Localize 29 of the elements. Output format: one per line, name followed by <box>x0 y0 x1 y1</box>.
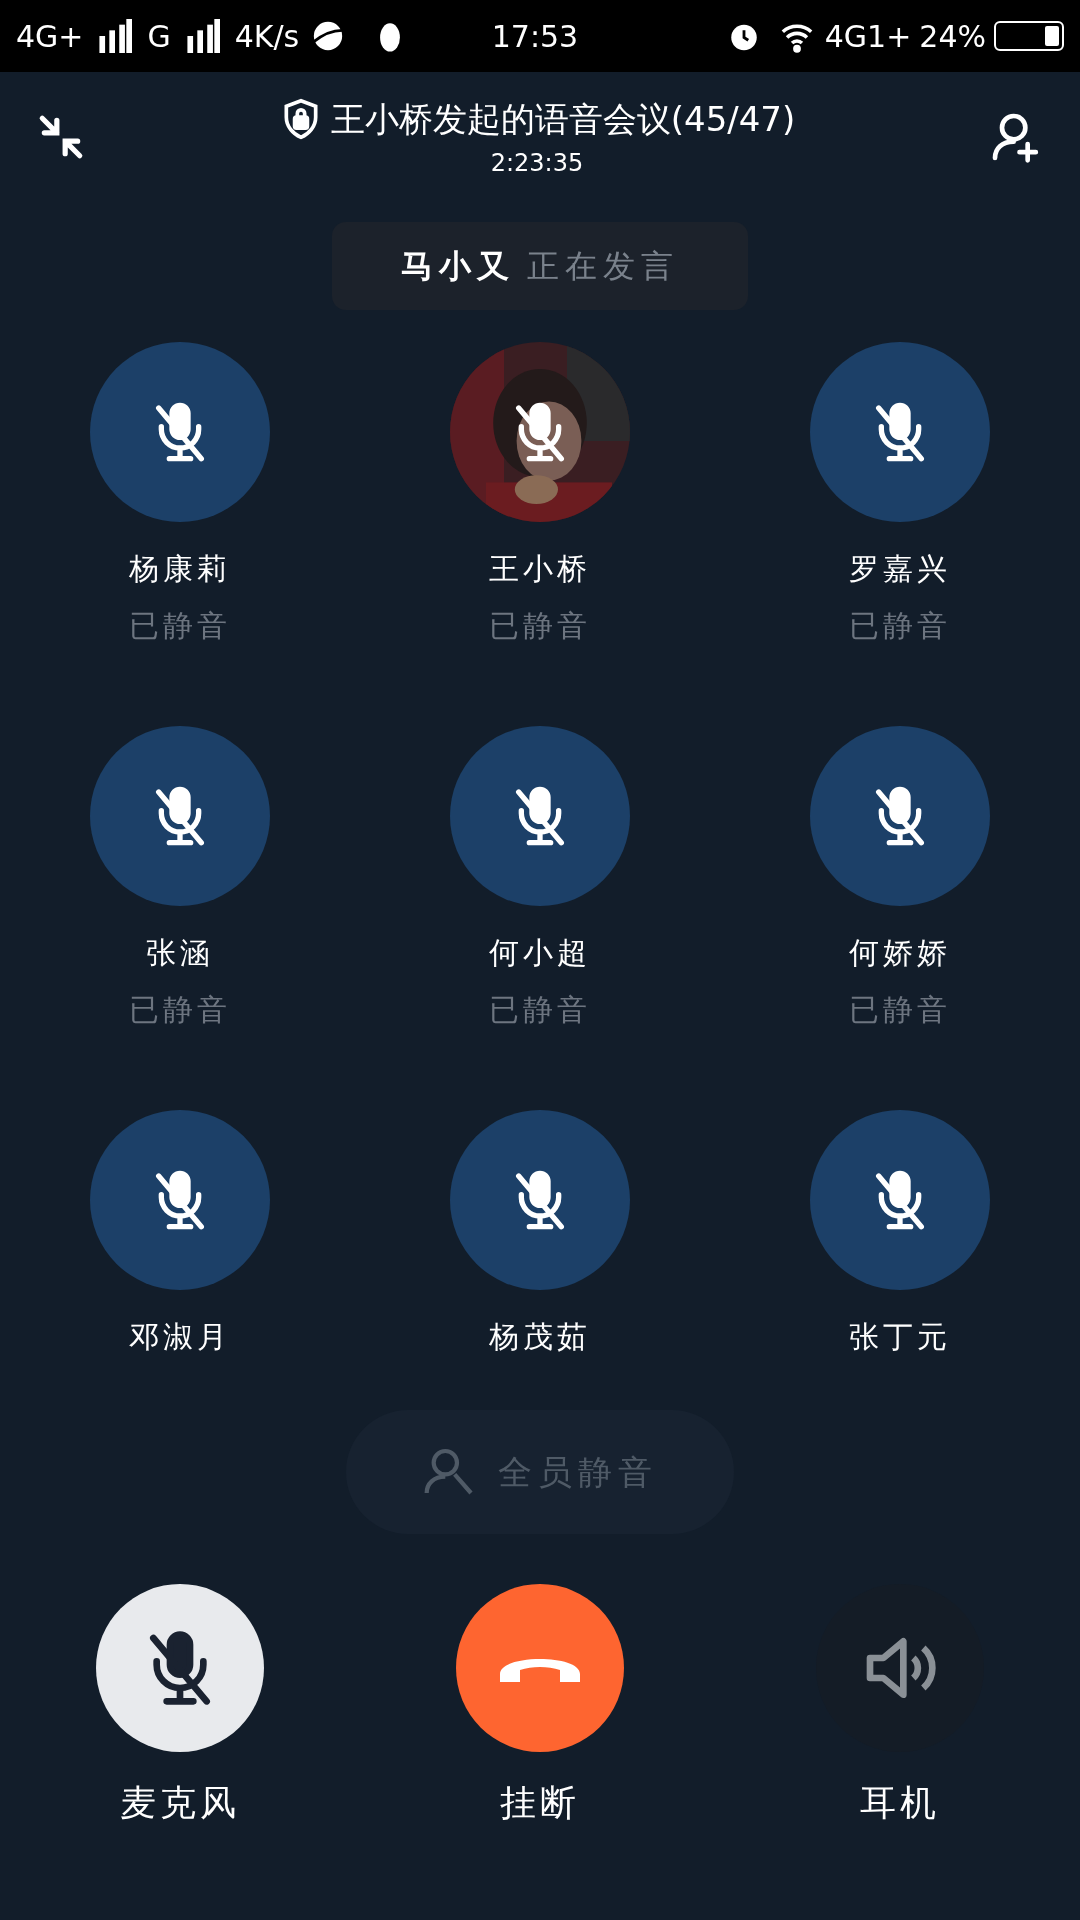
control-label: 挂断 <box>500 1781 580 1825</box>
participant-name: 张丁元 <box>849 1318 951 1356</box>
participant-name: 杨茂茹 <box>489 1318 591 1356</box>
participant-name: 何小超 <box>489 934 591 972</box>
clock-time: 17:53 <box>491 17 579 56</box>
battery-percent: 24% <box>919 17 986 56</box>
participant-name: 张涵 <box>146 934 214 972</box>
participant-status: 已静音 <box>129 607 231 645</box>
control-label: 耳机 <box>860 1781 940 1825</box>
speaking-label: 正在发言 <box>527 246 679 287</box>
participant-name: 邓淑月 <box>129 1318 231 1356</box>
participant-status: 已静音 <box>849 991 951 1029</box>
participant-name: 何娇娇 <box>849 934 951 972</box>
status-text: 4G+ <box>16 17 84 56</box>
status-text: G <box>147 17 171 56</box>
participant-name: 杨康莉 <box>129 550 231 588</box>
participant-status: 已静音 <box>489 991 591 1029</box>
status-text: 4K/s <box>234 17 300 56</box>
battery-icon <box>994 21 1064 51</box>
call-duration: 2:23:35 <box>490 147 584 179</box>
control-label: 麦克风 <box>120 1781 240 1825</box>
participant-name: 罗嘉兴 <box>849 550 951 588</box>
participant-name: 王小桥 <box>489 550 591 588</box>
participant-status: 已静音 <box>849 607 951 645</box>
window-title: 王小桥发起的语音会议(45/47) <box>330 97 796 141</box>
network-text: 4G1+ <box>824 17 912 56</box>
participant-status: 已静音 <box>489 607 591 645</box>
speaker-name: 马小又 <box>401 246 515 287</box>
participant-status: 已静音 <box>129 991 231 1029</box>
